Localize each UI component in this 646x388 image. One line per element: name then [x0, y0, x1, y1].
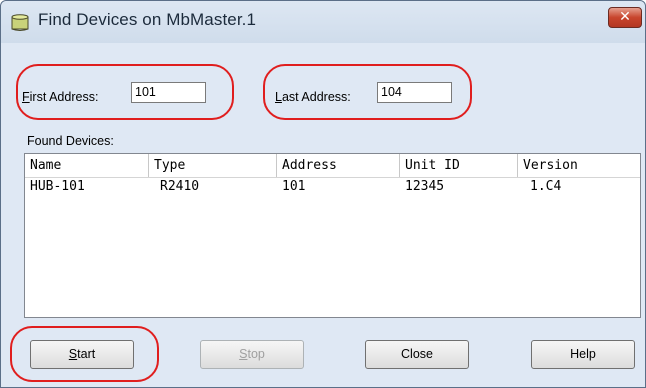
stop-button[interactable]: Stop — [200, 340, 304, 369]
first-address-label: First Address: — [22, 90, 99, 104]
database-icon — [11, 14, 29, 31]
column-header-version[interactable]: Version — [518, 154, 640, 177]
last-address-input[interactable]: 104 — [377, 82, 452, 103]
cell-type: R2410 — [160, 179, 200, 194]
close-icon: ✕ — [619, 9, 631, 25]
column-header-address[interactable]: Address — [277, 154, 400, 177]
cell-version: 1.C4 — [530, 179, 562, 194]
found-devices-label: Found Devices: — [27, 134, 114, 148]
column-header-unit-id[interactable]: Unit ID — [400, 154, 518, 177]
close-window-button[interactable]: ✕ — [608, 7, 642, 28]
list-header: Name Type Address Unit ID Version — [25, 154, 640, 178]
title-bar[interactable]: Find Devices on MbMaster.1 ✕ — [1, 1, 645, 43]
close-button[interactable]: Close — [365, 340, 469, 369]
first-address-input[interactable]: 101 — [131, 82, 206, 103]
cell-unit-id: 12345 — [405, 179, 445, 194]
found-devices-list[interactable]: Name Type Address Unit ID Version HUB-10… — [24, 153, 641, 318]
cell-name: HUB-101 — [30, 179, 85, 194]
window-title: Find Devices on MbMaster.1 — [38, 10, 257, 29]
cell-address: 101 — [282, 179, 306, 194]
start-button[interactable]: Start — [30, 340, 134, 369]
column-header-name[interactable]: Name — [25, 154, 149, 177]
help-button[interactable]: Help — [531, 340, 635, 369]
column-header-type[interactable]: Type — [149, 154, 277, 177]
last-address-label: Last Address: — [275, 90, 351, 104]
